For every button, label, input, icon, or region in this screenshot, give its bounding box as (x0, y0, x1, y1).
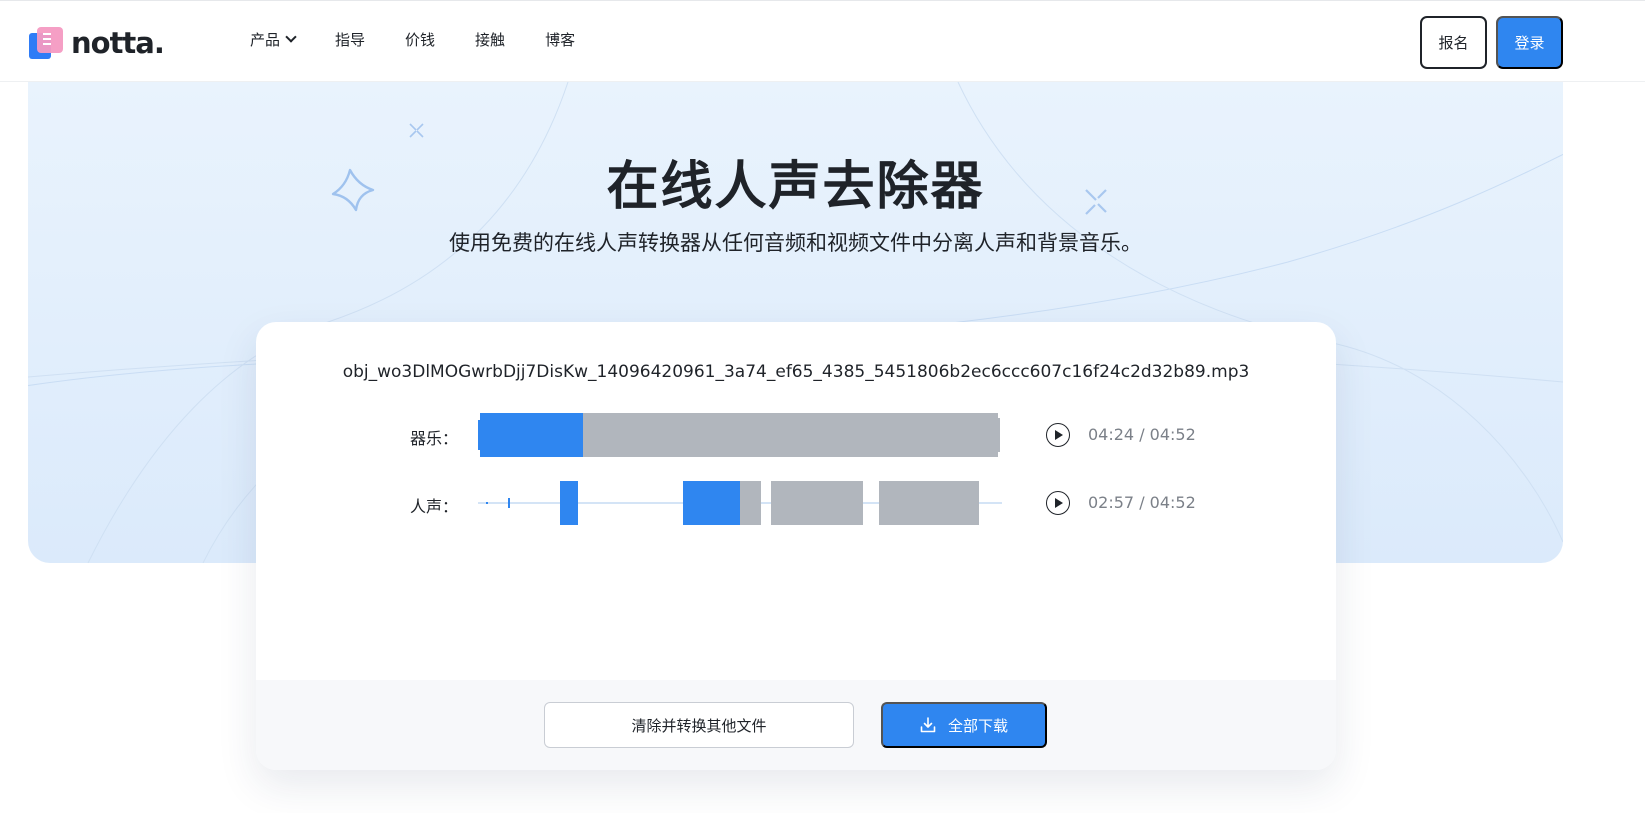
notta-logo[interactable]: notta. (27, 25, 165, 61)
track-instrumental: 器乐： 04:24 / 04:52 (256, 412, 1336, 462)
download-all-button[interactable]: 全部下载 (881, 702, 1047, 748)
sparkle-icon (409, 123, 424, 138)
nav-item-contact[interactable]: 接触 (475, 29, 505, 50)
login-button[interactable]: 登录 (1496, 16, 1563, 69)
notta-logo-icon (27, 25, 67, 61)
main-nav: 产品 指导 价钱 接触 博客 (250, 29, 615, 50)
clear-convert-button[interactable]: 清除并转换其他文件 (544, 702, 854, 748)
play-icon[interactable] (1046, 423, 1070, 447)
vocals-waveform[interactable] (478, 480, 1002, 526)
nav-item-label: 指导 (335, 31, 366, 49)
nav-item-label: 价钱 (405, 31, 436, 49)
file-name: obj_wo3DlMOGwrbDjj7DisKw_14096420961_3a7… (342, 362, 1250, 382)
waveform-edge (997, 418, 1000, 452)
waveform-played (480, 413, 583, 457)
waveform-segment (879, 481, 979, 525)
waveform-segment (560, 481, 578, 525)
nav-item-blog[interactable]: 博客 (545, 29, 575, 50)
page-subtitle: 使用免费的在线人声转换器从任何音频和视频文件中分离人声和背景音乐。 (449, 231, 1142, 255)
nav-item-guide[interactable]: 指导 (335, 29, 365, 50)
waveform-segment (771, 481, 863, 525)
download-icon (920, 717, 936, 733)
brand-name: notta. (71, 26, 165, 60)
chevron-down-icon (285, 31, 297, 43)
track-time: 02:57 / 04:52 (1088, 493, 1196, 512)
waveform-segment (683, 481, 740, 525)
track-vocals: 人声： 02:57 / 04:52 (256, 480, 1336, 530)
site-header: notta. 产品 指导 价钱 接触 博客 报名 登录 (0, 0, 1645, 82)
result-card: obj_wo3DlMOGwrbDjj7DisKw_14096420961_3a7… (256, 322, 1336, 770)
nav-item-pricing[interactable]: 价钱 (405, 29, 435, 50)
page-title: 在线人声去除器 (606, 157, 985, 217)
nav-item-label: 博客 (545, 31, 576, 49)
track-label: 器乐： (410, 429, 459, 448)
nav-item-label: 接触 (475, 31, 506, 49)
track-time: 04:24 / 04:52 (1088, 425, 1196, 444)
nav-item-label: 产品 (250, 31, 281, 49)
waveform-segment (740, 481, 761, 525)
track-label: 人声： (410, 497, 459, 516)
waveform-unplayed (583, 413, 998, 457)
waveform-blip (486, 502, 488, 504)
waveform-edge (478, 420, 481, 450)
card-footer: 清除并转换其他文件 全部下载 (256, 680, 1336, 770)
nav-item-products[interactable]: 产品 (250, 29, 297, 50)
waveform-blip (508, 498, 510, 508)
download-all-label: 全部下载 (947, 717, 1008, 735)
instrumental-waveform[interactable] (478, 412, 1002, 458)
play-icon[interactable] (1046, 491, 1070, 515)
signup-button[interactable]: 报名 (1420, 16, 1487, 69)
